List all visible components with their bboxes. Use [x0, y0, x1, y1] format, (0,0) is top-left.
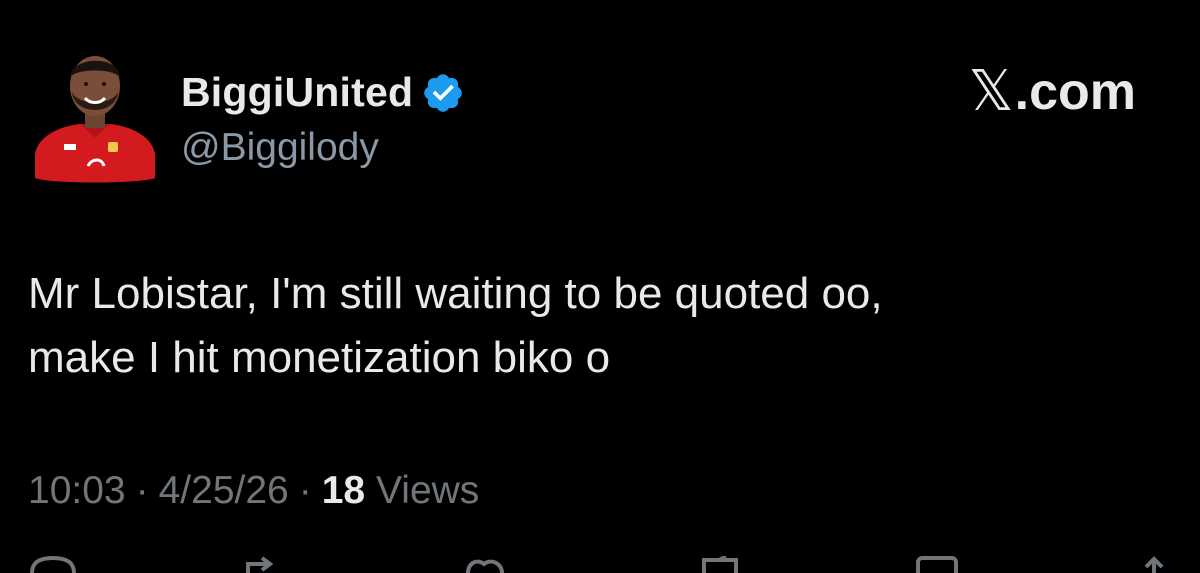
brand-domain: .com — [1014, 63, 1136, 121]
author-name-row: BiggiUnited — [181, 64, 465, 120]
share-icon[interactable] — [1130, 556, 1180, 573]
repost-icon[interactable] — [240, 556, 290, 573]
meta-separator: · — [135, 469, 149, 512]
user-avatar-red-jersey-icon — [35, 56, 155, 183]
views-icon[interactable] — [912, 556, 962, 573]
x-logo-icon: 𝕏 — [968, 59, 1014, 124]
tweet-text-line: Mr Lobistar, I'm still waiting to be quo… — [28, 269, 883, 318]
author-display-name[interactable]: BiggiUnited — [181, 64, 413, 120]
views-label[interactable]: Views — [376, 469, 479, 512]
tweet-time[interactable]: 10:03 — [28, 469, 126, 512]
like-icon[interactable] — [462, 556, 512, 573]
tweet-action-bar — [0, 556, 1200, 573]
author-avatar[interactable] — [30, 46, 160, 186]
reply-icon[interactable] — [28, 556, 78, 573]
author-handle[interactable]: @Biggilody — [181, 124, 379, 172]
tweet-date[interactable]: 4/25/26 — [159, 469, 289, 512]
meta-separator: · — [298, 469, 312, 512]
tweet-meta: 10:03 · 4/25/26 · 18 Views — [28, 466, 479, 516]
verified-badge-icon — [424, 74, 463, 112]
bookmark-icon[interactable] — [696, 556, 746, 573]
x-com-watermark: 𝕏 .com — [969, 62, 1137, 122]
tweet-body: Mr Lobistar, I'm still waiting to be quo… — [28, 262, 1168, 390]
tweet-text-line: make I hit monetization biko o — [28, 333, 611, 382]
tweet-card: BiggiUnited @Biggilody 𝕏 .com Mr Lobistar… — [0, 0, 1200, 573]
views-count[interactable]: 18 — [322, 469, 365, 512]
